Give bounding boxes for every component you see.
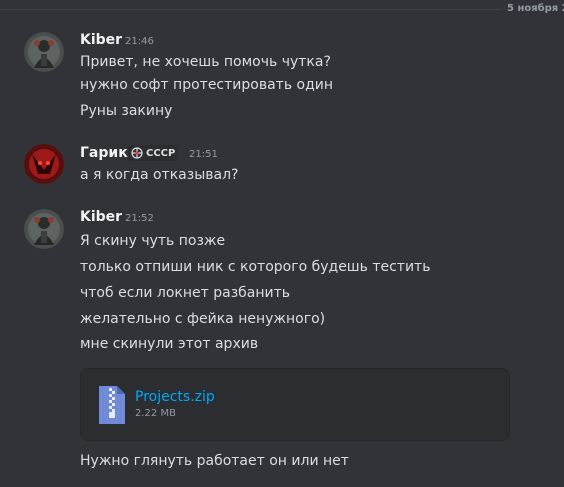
message-timestamp: 21:52 bbox=[125, 213, 154, 224]
server-tag-icon bbox=[131, 147, 143, 159]
message-author[interactable]: Гарик bbox=[80, 145, 128, 161]
divider-line bbox=[0, 9, 500, 10]
message-text: мне скинули этот архив bbox=[80, 336, 259, 352]
message-text: чтоб если локнет разбанить bbox=[80, 285, 291, 301]
avatar-image bbox=[24, 32, 64, 72]
avatar-image bbox=[24, 209, 64, 249]
message-timestamp: 21:46 bbox=[125, 36, 154, 47]
date-divider-label: 5 ноября 2 bbox=[507, 3, 564, 14]
message-text: желательно с фейка ненужного) bbox=[80, 311, 326, 327]
avatar-kiber[interactable] bbox=[24, 209, 64, 249]
message-text: Я скину чуть позже bbox=[80, 233, 226, 249]
message-author[interactable]: Kiber bbox=[80, 209, 122, 225]
server-tag-label: СССР bbox=[146, 147, 176, 159]
avatar-kiber[interactable] bbox=[24, 32, 64, 72]
message-text: а я когда отказывал? bbox=[80, 167, 239, 183]
message-author[interactable]: Kiber bbox=[80, 32, 122, 48]
date-divider: 5 ноября 2 bbox=[0, 0, 564, 18]
chat-message-list: 5 ноября 2 Kiber 21:46 Привет, не хочешь… bbox=[0, 0, 564, 487]
message-text: нужно софт протестировать один bbox=[80, 77, 334, 93]
attachment-file-size: 2.22 MB bbox=[135, 408, 176, 419]
avatar-garik[interactable] bbox=[24, 144, 64, 184]
zip-file-icon bbox=[99, 386, 125, 424]
message-text: только отпиши ник с которого будешь тест… bbox=[80, 259, 431, 275]
message-timestamp: 21:51 bbox=[189, 149, 218, 160]
message-text: Привет, не хочешь помочь чутка? bbox=[80, 54, 331, 70]
message-text: Нужно глянуть работает он или нет bbox=[80, 453, 349, 469]
server-tag[interactable]: СССР bbox=[128, 145, 179, 161]
message-text: Руны закину bbox=[80, 103, 173, 119]
attachment-filename-link[interactable]: Projects.zip bbox=[135, 389, 215, 405]
file-attachment[interactable]: Projects.zip 2.22 MB bbox=[80, 368, 510, 441]
avatar-image bbox=[24, 144, 64, 184]
